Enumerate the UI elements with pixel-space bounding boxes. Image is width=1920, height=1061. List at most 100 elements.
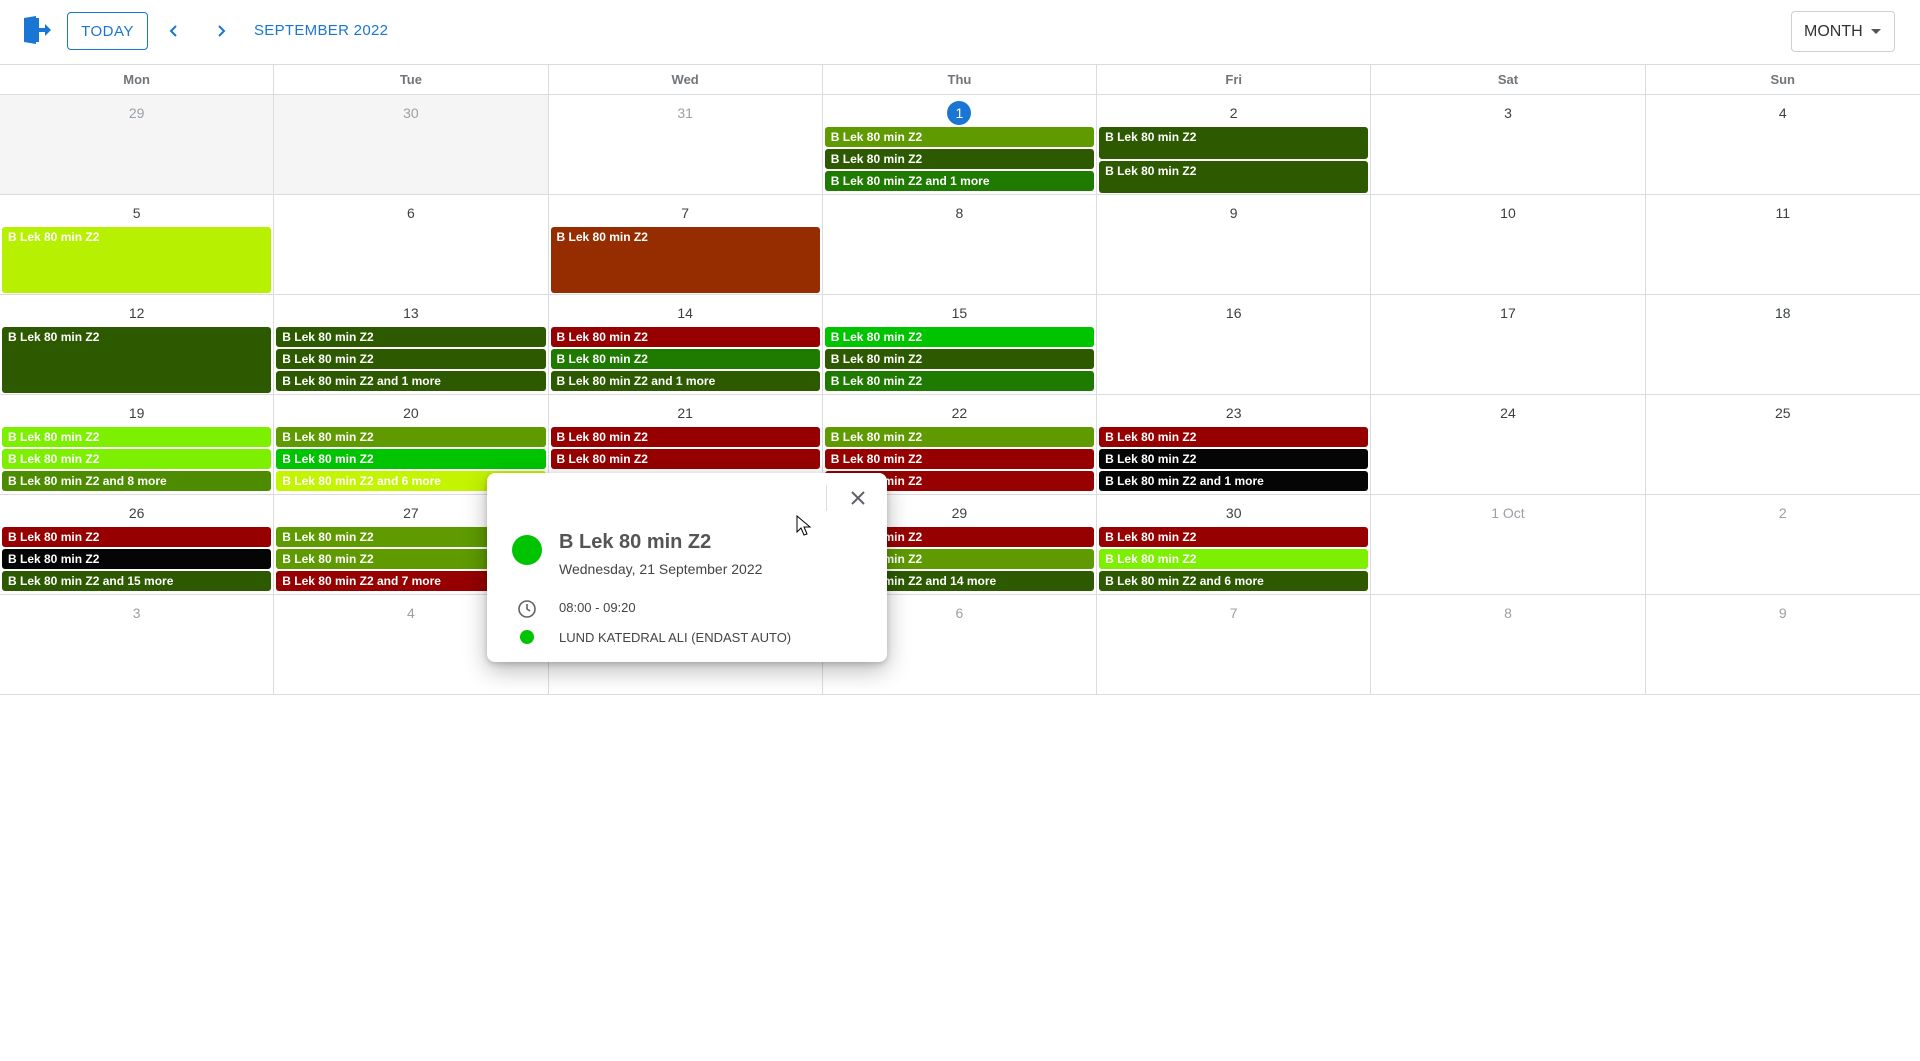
day-cell[interactable]: 8 [1371, 595, 1646, 694]
event-chip-more[interactable]: B Lek 80 min Z2 and 8 more [2, 471, 272, 491]
day-cell[interactable]: 9 [1097, 195, 1372, 294]
day-cell[interactable]: 11 [1646, 195, 1920, 294]
event-chip[interactable]: B Lek 80 min Z2 [1099, 127, 1369, 159]
event-chip[interactable]: B Lek 80 min Z2 [1099, 427, 1369, 447]
day-number[interactable]: 23 [1226, 405, 1242, 421]
day-cell[interactable]: 2 B Lek 80 min Z2 B Lek 80 min Z2 [1097, 95, 1372, 194]
event-chip-more[interactable]: B Lek 80 min Z2 and 1 more [276, 371, 546, 391]
day-number[interactable]: 2 [1779, 505, 1787, 521]
event-chip[interactable]: B Lek 80 min Z2 [276, 349, 546, 369]
day-number[interactable]: 24 [1500, 405, 1516, 421]
day-number[interactable]: 11 [1775, 205, 1790, 221]
event-chip[interactable]: B Lek 80 min Z2 [276, 449, 546, 469]
event-chip[interactable]: B Lek 80 min Z2 [824, 327, 1095, 347]
day-cell[interactable]: 14 B Lek 80 min Z2 B Lek 80 min Z2 B Lek 80… [549, 295, 823, 394]
day-number[interactable]: 15 [952, 305, 968, 321]
day-number[interactable]: 18 [1775, 305, 1791, 321]
event-chip[interactable]: B Lek 80 min Z2 [2, 327, 272, 393]
day-cell[interactable]: 25 [1646, 395, 1920, 494]
day-cell[interactable]: 23 B Lek 80 min Z2 B Lek 80 min Z2 B Lek 80… [1097, 395, 1372, 494]
day-cell[interactable]: 9 [1646, 595, 1920, 694]
day-number[interactable]: 3 [133, 605, 141, 621]
event-chip[interactable]: B Lek 80 min Z2 [2, 549, 272, 569]
event-chip[interactable]: B Lek 80 min Z2 [1099, 549, 1369, 569]
day-number[interactable]: 25 [1775, 405, 1791, 421]
day-cell[interactable]: 16 [1097, 295, 1372, 394]
event-chip[interactable]: B Lek 80 min Z2 [824, 349, 1095, 369]
day-number[interactable]: 16 [1226, 305, 1242, 321]
day-cell[interactable]: 10 [1371, 195, 1646, 294]
event-chip[interactable]: B Lek 80 min Z2 [276, 427, 546, 447]
today-button[interactable]: TODAY [67, 12, 148, 50]
event-chip[interactable]: B Lek 80 min Z2 [550, 449, 820, 469]
day-number[interactable]: 6 [407, 205, 415, 221]
day-number[interactable]: 20 [403, 405, 419, 421]
day-number[interactable]: 31 [677, 105, 693, 121]
day-number[interactable]: 26 [129, 505, 145, 521]
day-cell[interactable]: 7 [1097, 595, 1372, 694]
day-number[interactable]: 17 [1500, 305, 1516, 321]
day-number[interactable]: 2 [1230, 105, 1238, 121]
day-number[interactable]: 7 [1230, 605, 1238, 621]
event-chip[interactable]: B Lek 80 min Z2 [824, 449, 1095, 469]
event-chip-more[interactable]: B Lek 80 min Z2 and 15 more [2, 571, 272, 591]
day-number[interactable]: 5 [133, 205, 141, 221]
event-chip[interactable]: B Lek 80 min Z2 [550, 427, 820, 447]
day-cell[interactable]: 18 [1646, 295, 1920, 394]
current-month-label[interactable]: SEPTEMBER 2022 [254, 22, 388, 39]
day-number[interactable]: 8 [956, 205, 964, 221]
event-chip[interactable]: B Lek 80 min Z2 [1099, 449, 1369, 469]
day-cell[interactable]: 29 [0, 95, 275, 194]
day-number[interactable]: 30 [1226, 505, 1242, 521]
event-chip[interactable]: B Lek 80 min Z2 [550, 327, 820, 347]
close-button[interactable] [845, 485, 871, 511]
day-cell[interactable]: 15 B Lek 80 min Z2 B Lek 80 min Z2 B Lek 80… [823, 295, 1098, 394]
day-number[interactable]: 21 [677, 405, 693, 421]
logout-icon[interactable] [22, 15, 52, 45]
next-month-button[interactable] [209, 19, 233, 43]
event-chip[interactable]: B Lek 80 min Z2 [824, 371, 1095, 391]
day-cell[interactable]: 6 [274, 195, 549, 294]
day-cell[interactable]: 17 [1371, 295, 1646, 394]
day-cell[interactable]: 3 [1371, 95, 1646, 194]
day-number[interactable]: 19 [129, 405, 145, 421]
day-number[interactable]: 29 [952, 505, 968, 521]
day-number[interactable]: 29 [129, 105, 145, 121]
day-number[interactable]: 10 [1500, 205, 1516, 221]
day-cell[interactable]: 1B Lek 80 min Z2 B Lek 80 min Z2 B Lek 80 … [823, 95, 1098, 194]
event-chip[interactable]: B Lek 80 min Z2 [2, 527, 272, 547]
day-cell[interactable]: 30 [274, 95, 549, 194]
event-chip[interactable]: B Lek 80 min Z2 [2, 449, 272, 469]
event-chip[interactable]: B Lek 80 min Z2 [824, 427, 1095, 447]
event-chip[interactable]: B Lek 80 min Z2 [1099, 527, 1369, 547]
day-number[interactable]: 4 [407, 605, 415, 621]
day-number[interactable]: 6 [956, 605, 964, 621]
day-cell[interactable]: 5 B Lek 80 min Z2 [0, 195, 275, 294]
day-cell[interactable]: 19 B Lek 80 min Z2 B Lek 80 min Z2 B Lek 80… [0, 395, 275, 494]
day-cell[interactable]: 2 [1646, 495, 1920, 594]
day-cell[interactable]: 24 [1371, 395, 1646, 494]
prev-month-button[interactable] [162, 19, 186, 43]
event-chip-more[interactable]: B Lek 80 min Z2 and 1 more [824, 171, 1095, 191]
day-cell[interactable]: 26 B Lek 80 min Z2 B Lek 80 min Z2 B Lek 80… [0, 495, 275, 594]
day-cell[interactable]: 8 [823, 195, 1098, 294]
day-number[interactable]: 30 [403, 105, 419, 121]
day-cell[interactable]: 7 B Lek 80 min Z2 [549, 195, 823, 294]
event-chip[interactable]: B Lek 80 min Z2 [2, 227, 272, 293]
event-chip[interactable]: B Lek 80 min Z2 [276, 327, 546, 347]
day-number[interactable]: 14 [677, 305, 693, 321]
day-number[interactable]: 1 Oct [1491, 505, 1524, 521]
event-chip[interactable]: B Lek 80 min Z2 [550, 227, 820, 293]
day-number[interactable]: 3 [1504, 105, 1512, 121]
day-number[interactable]: 9 [1230, 205, 1238, 221]
event-chip-more[interactable]: B Lek 80 min Z2 and 6 more [1099, 571, 1369, 591]
event-chip[interactable]: B Lek 80 min Z2 [824, 149, 1095, 169]
day-cell[interactable]: 1 Oct [1371, 495, 1646, 594]
day-number[interactable]: 22 [952, 405, 968, 421]
day-number[interactable]: 13 [403, 305, 419, 321]
today-date-badge[interactable]: 1 [947, 101, 972, 125]
day-number[interactable]: 9 [1779, 605, 1787, 621]
event-chip[interactable]: B Lek 80 min Z2 [550, 349, 820, 369]
day-number[interactable]: 27 [403, 505, 419, 521]
event-chip-more[interactable]: B Lek 80 min Z2 and 1 more [550, 371, 820, 391]
